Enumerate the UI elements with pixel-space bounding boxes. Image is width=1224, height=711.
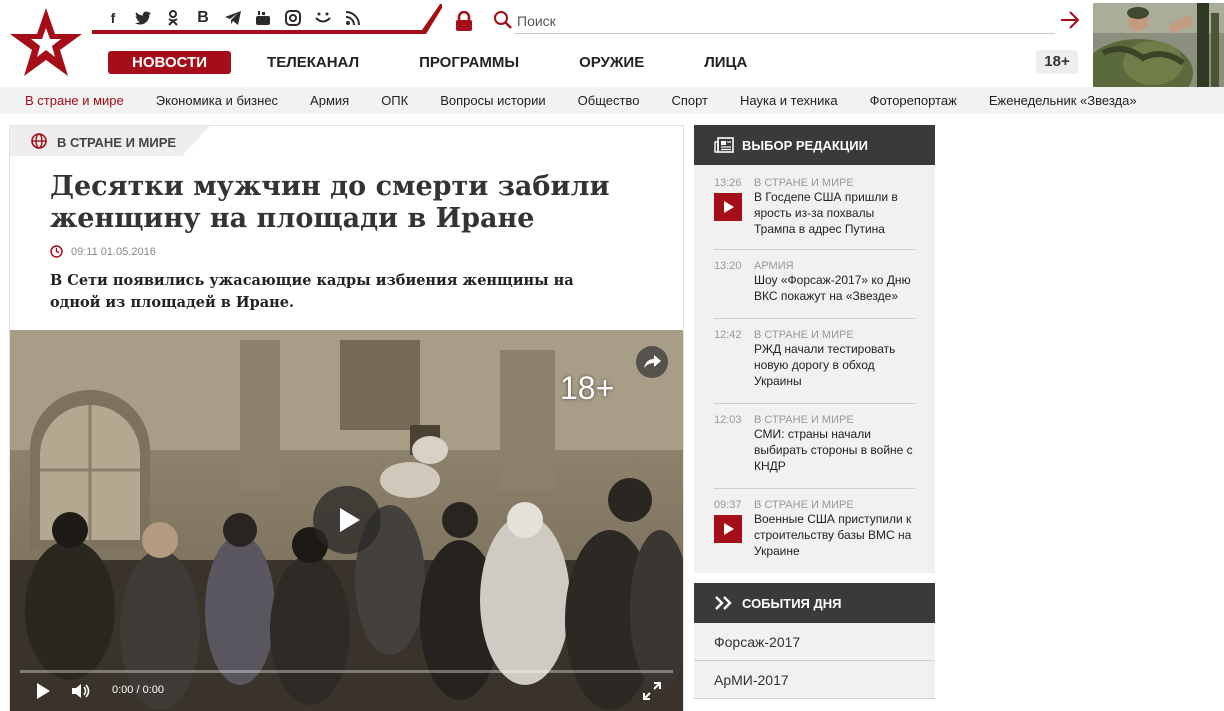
nav-item-tv[interactable]: ТЕЛЕКАНАЛ bbox=[267, 54, 359, 71]
item-rubric: В СТРАНЕ И МИРЕ bbox=[754, 499, 854, 511]
editor-choice-title: ВЫБОР РЕДАКЦИИ bbox=[742, 137, 868, 153]
video-badge bbox=[714, 515, 742, 543]
item-title: Шоу «Форсаж-2017» ко Дню ВКС покажут на … bbox=[754, 273, 911, 303]
item-time: 13:26 bbox=[714, 177, 742, 189]
lock-icon[interactable] bbox=[455, 11, 473, 31]
video-time: 0:00 / 0:00 bbox=[112, 684, 164, 696]
site-header: f B Поиск НОВОСТИ ТЕЛЕКАНАЛ ПРОГРАММЫ ОР… bbox=[0, 0, 1224, 87]
category-history[interactable]: Вопросы истории bbox=[440, 93, 545, 108]
instagram-icon[interactable] bbox=[278, 8, 308, 28]
telegram-icon[interactable] bbox=[218, 8, 248, 28]
list-item[interactable]: 12:03 В СТРАНЕ И МИРЕ СМИ: страны начали … bbox=[714, 404, 915, 489]
video-progress-bar[interactable] bbox=[20, 670, 673, 673]
facebook-icon[interactable]: f bbox=[98, 8, 128, 28]
category-nav: В стране и мире Экономика и бизнес Армия… bbox=[0, 87, 1224, 114]
newspaper-icon bbox=[714, 137, 734, 153]
list-item[interactable]: 13:26 В СТРАНЕ И МИРЕ В Госдепе США пришл… bbox=[714, 175, 915, 250]
list-item[interactable]: 12:42 В СТРАНЕ И МИРЕ РЖД начали тестиров… bbox=[714, 319, 915, 404]
play-icon bbox=[340, 508, 360, 532]
item-title: РЖД начали тестировать новую дорогу в об… bbox=[754, 342, 896, 388]
video-age-mark: 18+ bbox=[560, 370, 615, 406]
item-rubric: В СТРАНЕ И МИРЕ bbox=[754, 414, 854, 426]
editor-choice-list: 13:26 В СТРАНЕ И МИРЕ В Госдепе США пришл… bbox=[694, 165, 935, 573]
nav-item-news[interactable]: НОВОСТИ bbox=[108, 51, 232, 74]
search-input[interactable] bbox=[515, 8, 1055, 34]
list-item[interactable]: 13:20 АРМИЯ Шоу «Форсаж-2017» ко Дню ВКС … bbox=[714, 250, 915, 319]
share-icon bbox=[644, 355, 661, 368]
category-sport[interactable]: Спорт bbox=[671, 93, 708, 108]
globe-icon bbox=[31, 133, 47, 149]
category-opk[interactable]: ОПК bbox=[381, 93, 408, 108]
search-icon[interactable] bbox=[493, 10, 513, 30]
odnoklassniki-icon[interactable] bbox=[158, 8, 188, 28]
nav-item-people[interactable]: ЛИЦА bbox=[704, 54, 747, 71]
article-title: Десятки мужчин до смерти забили женщину … bbox=[50, 171, 610, 234]
main-nav: НОВОСТИ ТЕЛЕКАНАЛ ПРОГРАММЫ ОРУЖИЕ ЛИЦА bbox=[108, 51, 807, 74]
header-promo-image[interactable] bbox=[1093, 3, 1224, 87]
events-header: СОБЫТИЯ ДНЯ bbox=[694, 583, 935, 623]
video-badge bbox=[714, 193, 742, 221]
item-title: В Госдепе США пришли в ярость из-за похв… bbox=[754, 190, 898, 236]
rss-icon[interactable] bbox=[338, 8, 368, 28]
item-rubric: АРМИЯ bbox=[754, 260, 794, 272]
category-society[interactable]: Общество bbox=[578, 93, 640, 108]
volume-icon[interactable] bbox=[71, 682, 91, 700]
category-science[interactable]: Наука и техника bbox=[740, 93, 838, 108]
play-icon[interactable] bbox=[35, 682, 51, 700]
article-rubric[interactable]: В СТРАНЕ И МИРЕ bbox=[57, 135, 176, 150]
arrow-right-icon[interactable] bbox=[1059, 10, 1081, 30]
sidebar: ВЫБОР РЕДАКЦИИ 13:26 В СТРАНЕ И МИРЕ В Го… bbox=[694, 125, 935, 699]
youtube-icon[interactable] bbox=[248, 8, 278, 28]
age-rating-badge: 18+ bbox=[1036, 50, 1078, 74]
item-title: Военные США приступили к строительству б… bbox=[754, 512, 912, 558]
article-date: 09:11 01.05.2016 bbox=[71, 245, 156, 258]
item-time: 12:03 bbox=[714, 414, 742, 426]
social-links: f B bbox=[98, 8, 368, 28]
item-title: СМИ: страны начали выбирать стороны в во… bbox=[754, 427, 913, 473]
article-date-row: 09:11 01.05.2016 bbox=[50, 245, 156, 258]
item-rubric: В СТРАНЕ И МИРЕ bbox=[754, 329, 854, 341]
category-weekly[interactable]: Еженедельник «Звезда» bbox=[989, 93, 1137, 108]
twitter-icon[interactable] bbox=[128, 8, 158, 28]
category-photo[interactable]: Фоторепортаж bbox=[870, 93, 957, 108]
double-chevron-right-icon bbox=[715, 596, 732, 610]
item-rubric: В СТРАНЕ И МИРЕ bbox=[754, 177, 854, 189]
video-controls: 0:00 / 0:00 bbox=[10, 668, 683, 711]
article: В СТРАНЕ И МИРЕ Десятки мужчин до смерти… bbox=[9, 125, 684, 711]
share-button[interactable] bbox=[636, 346, 668, 378]
editor-choice-header: ВЫБОР РЕДАКЦИИ bbox=[694, 125, 935, 165]
nav-item-programs[interactable]: ПРОГРАММЫ bbox=[419, 54, 519, 71]
item-time: 13:20 bbox=[714, 260, 742, 272]
item-time: 09:37 bbox=[714, 499, 742, 511]
event-link[interactable]: АрМИ-2017 bbox=[694, 661, 935, 699]
category-economy[interactable]: Экономика и бизнес bbox=[156, 93, 278, 108]
events-title: СОБЫТИЯ ДНЯ bbox=[742, 595, 842, 611]
zvezda-logo[interactable] bbox=[8, 6, 84, 80]
play-icon bbox=[724, 201, 734, 213]
clock-icon bbox=[50, 245, 63, 258]
video-play-button[interactable] bbox=[313, 486, 381, 554]
video-player[interactable]: 18+ 0:00 / 0:00 bbox=[10, 330, 683, 711]
event-link[interactable]: Форсаж-2017 bbox=[694, 623, 935, 661]
list-item[interactable]: 09:37 В СТРАНЕ И МИРЕ Военные США приступ… bbox=[714, 489, 915, 569]
vk-icon[interactable]: B bbox=[188, 8, 218, 28]
item-time: 12:42 bbox=[714, 329, 742, 341]
nav-item-weapons[interactable]: ОРУЖИЕ bbox=[579, 54, 644, 71]
category-world[interactable]: В стране и мире bbox=[25, 93, 124, 108]
fullscreen-icon[interactable] bbox=[643, 682, 661, 700]
article-lead: В Сети появились ужасающие кадры избиени… bbox=[50, 272, 574, 311]
search-bar bbox=[493, 8, 1081, 34]
yandex-zen-icon[interactable] bbox=[308, 8, 338, 28]
category-army[interactable]: Армия bbox=[310, 93, 349, 108]
play-icon bbox=[724, 523, 734, 535]
